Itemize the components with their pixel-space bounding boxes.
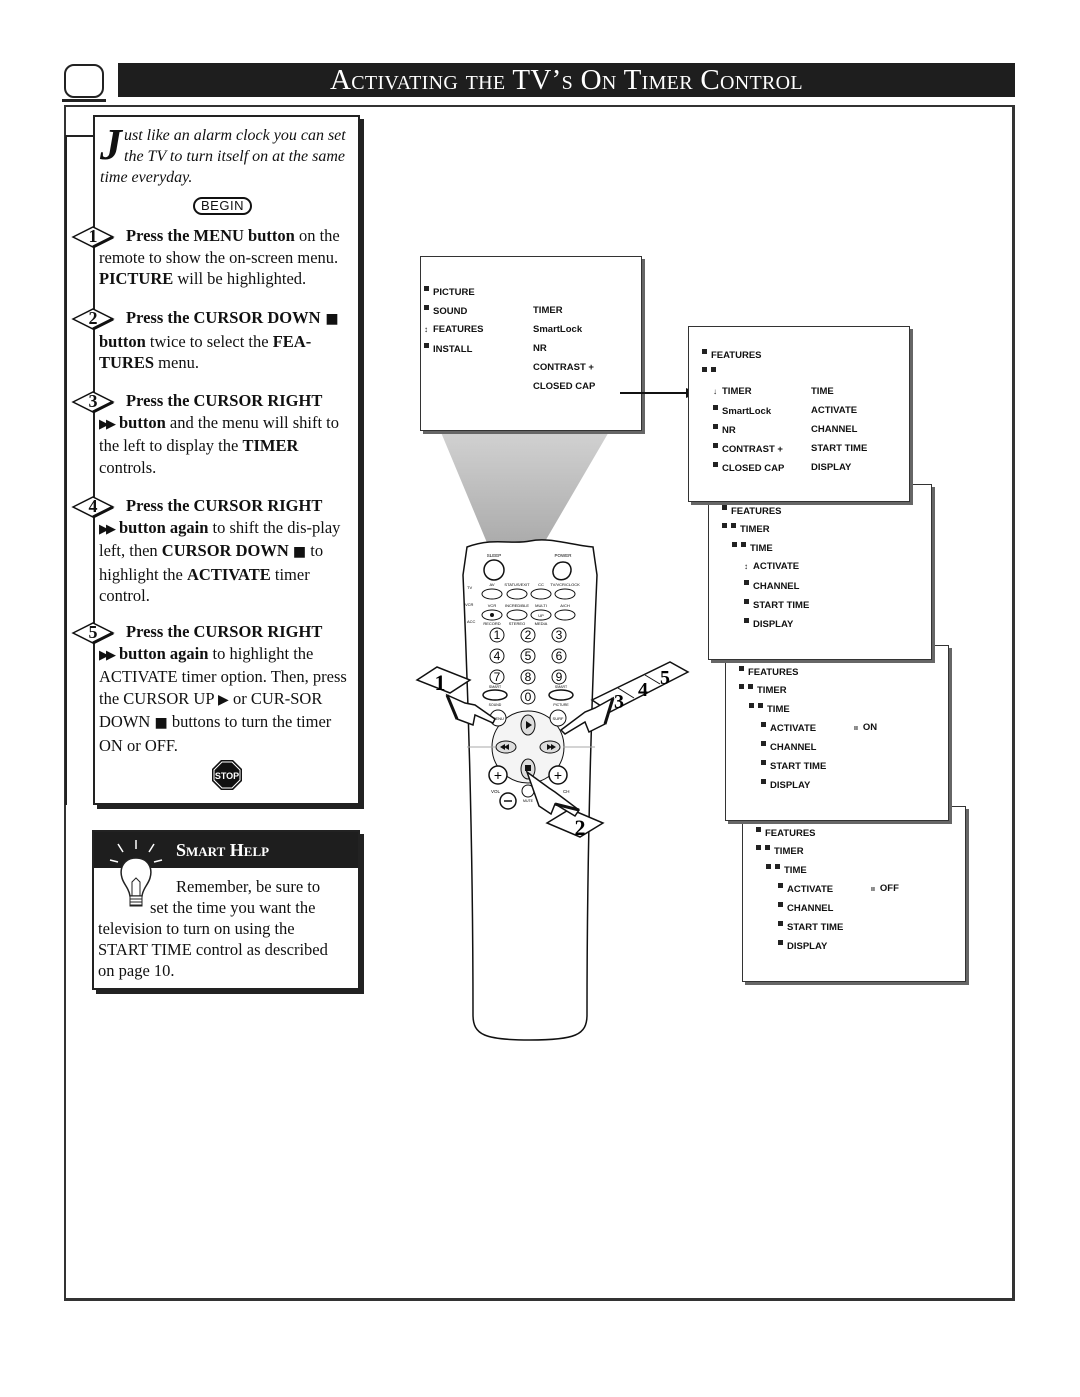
onscreen-activate-on-menu: FEATURES TIMER TIME ACTIVATE CHANNEL STA… xyxy=(725,645,949,821)
svg-text:VCR: VCR xyxy=(465,602,474,607)
svg-text:5: 5 xyxy=(525,649,532,663)
svg-text:RECORD: RECORD xyxy=(483,621,500,626)
onscreen-main-menu: PICTURE SOUND ↕ FEATURES INSTALL TIMER Sm… xyxy=(420,256,642,431)
svg-text:2: 2 xyxy=(525,628,532,642)
svg-text:AV: AV xyxy=(489,582,494,587)
step-4: 4 Press the CURSOR RIGHT ▶▶ button again … xyxy=(71,495,359,607)
svg-text:SMART: SMART xyxy=(555,685,568,689)
step-number-badge: 5 xyxy=(71,621,115,645)
svg-text:3: 3 xyxy=(614,691,624,713)
svg-text:VCR: VCR xyxy=(488,603,497,608)
svg-text:POWER: POWER xyxy=(554,553,572,558)
hand-pointer-icon xyxy=(525,770,581,818)
title-bar: Activating the TV’s On Timer Control xyxy=(118,63,1015,97)
svg-text:UP: UP xyxy=(538,613,544,618)
smart-help-text: Remember, be sure to set the time you wa… xyxy=(98,877,328,980)
step-1: 1 Press the MENU button on the remote to… xyxy=(71,225,359,290)
svg-text:STOP: STOP xyxy=(215,771,239,781)
begin-badge: BEGIN xyxy=(193,197,252,215)
intro-text: Just like an alarm clock you can set the… xyxy=(100,120,346,187)
stop-sign-icon: STOP xyxy=(212,760,242,790)
onscreen-features-menu: FEATURES ↓ TIMER SmartLock NR CONTRAST + … xyxy=(688,326,910,502)
svg-text:CC: CC xyxy=(538,582,544,587)
step-number-badge: 1 xyxy=(71,225,115,249)
hand-pointer-icon xyxy=(445,693,496,727)
step-text: button twice to select the FEA-TURES men… xyxy=(99,331,312,373)
svg-text:5: 5 xyxy=(660,667,670,689)
svg-text:4: 4 xyxy=(494,649,501,663)
svg-text:+: + xyxy=(494,767,502,783)
svg-text:4: 4 xyxy=(638,679,648,701)
svg-text:8: 8 xyxy=(525,670,532,684)
instruction-panel: Just like an alarm clock you can set the… xyxy=(71,115,360,805)
svg-text:7: 7 xyxy=(494,670,501,684)
activate-value: ON xyxy=(862,722,878,733)
step-5: 5 Press the CURSOR RIGHT ▶▶ button again … xyxy=(71,621,359,756)
smart-help-box: Smart Help Remember, be sure to set the … xyxy=(92,830,360,990)
step-text: ▶▶ button again to shift the dis-play lef… xyxy=(99,517,341,606)
svg-text:MULTI: MULTI xyxy=(535,603,547,608)
onscreen-timer-menu: FEATURES TIMER TIME ↕ ACTIVATE CHANNEL ST… xyxy=(708,484,932,660)
power-button[interactable] xyxy=(552,561,572,581)
svg-text:0: 0 xyxy=(525,690,532,704)
step-text: ▶▶ button again to highlight the ACTIVATE… xyxy=(99,643,347,755)
svg-text:ACC: ACC xyxy=(467,619,476,624)
dropcap: J xyxy=(100,120,122,169)
svg-text:SLEEP: SLEEP xyxy=(487,553,502,558)
activate-value: OFF xyxy=(879,883,899,894)
svg-text:TV: TV xyxy=(467,585,472,590)
svg-text:STATUS/EXIT: STATUS/EXIT xyxy=(504,582,530,587)
step-number-badge: 4 xyxy=(71,495,115,519)
svg-text:VOL: VOL xyxy=(491,789,501,794)
page-title: Activating the TV’s On Timer Control xyxy=(330,63,803,96)
sleep-button[interactable] xyxy=(483,559,505,581)
step-number-badge: 2 xyxy=(71,307,115,331)
svg-text:MEDIA: MEDIA xyxy=(535,621,548,626)
step-3: 3 Press the CURSOR RIGHT ▶▶ button and th… xyxy=(71,390,359,478)
svg-text:1: 1 xyxy=(435,670,446,695)
svg-text:INCREDIBLE: INCREDIBLE xyxy=(505,603,529,608)
svg-text:STEREO: STEREO xyxy=(509,621,525,626)
svg-text:6: 6 xyxy=(556,649,563,663)
svg-text:1: 1 xyxy=(494,628,501,642)
onscreen-activate-off-menu: FEATURES TIMER TIME ACTIVATE CHANNEL STA… xyxy=(742,806,966,982)
step-text: remote to show the on-screen menu. PICTU… xyxy=(99,247,339,289)
step-text: ▶▶ button and the menu will shift to the … xyxy=(99,412,340,477)
tv-icon xyxy=(62,64,106,102)
step-2: 2 Press the CURSOR DOWN ■ button twice t… xyxy=(71,307,359,374)
svg-text:9: 9 xyxy=(556,670,563,684)
hand-pointer-icon xyxy=(559,696,615,735)
svg-text:TV/VCR/CLOCK: TV/VCR/CLOCK xyxy=(550,582,580,587)
step-number-badge: 3 xyxy=(71,390,115,414)
svg-text:3: 3 xyxy=(556,628,563,642)
svg-text:A/CH: A/CH xyxy=(560,603,570,608)
